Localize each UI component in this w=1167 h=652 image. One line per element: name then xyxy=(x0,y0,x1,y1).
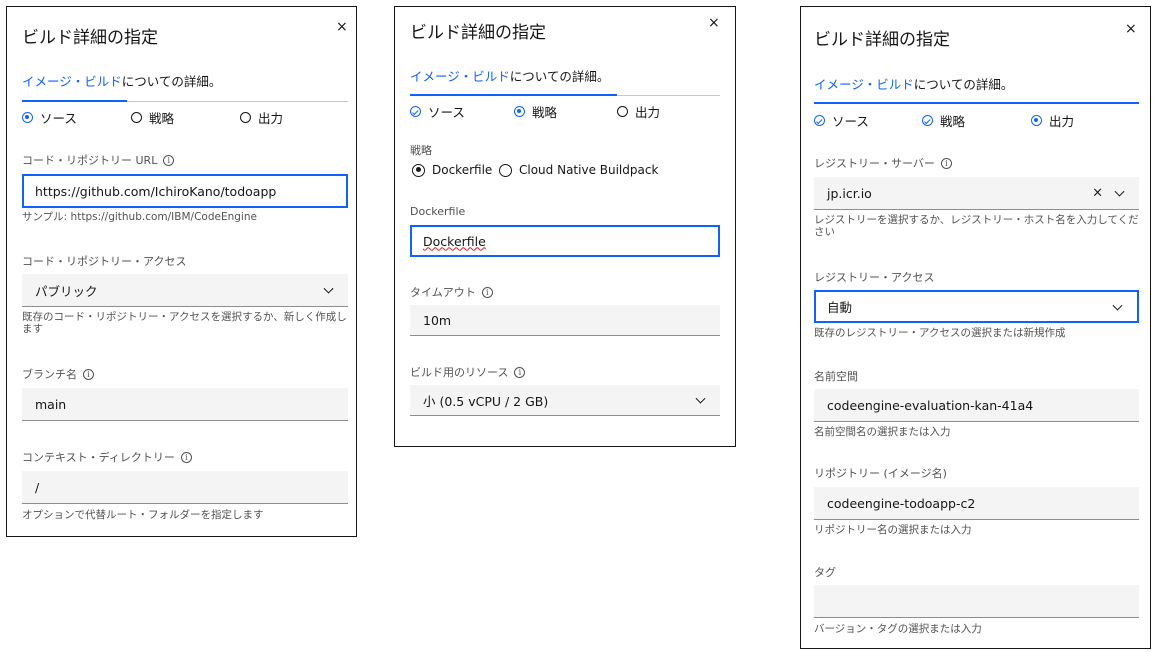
image-build-link[interactable]: イメージ・ビルド xyxy=(814,77,914,92)
panel-title: ビルド詳細の指定 xyxy=(22,28,158,48)
step-selected-icon xyxy=(514,106,525,117)
strategy-label: 戦略 xyxy=(410,144,432,157)
timeout-input[interactable]: 10m xyxy=(410,305,720,336)
step-output[interactable]: 出力 xyxy=(617,102,660,121)
repo-access-helper: 既存のコード・リポジトリー・アクセスを選択するか、新しく作成します xyxy=(22,311,347,335)
info-icon[interactable]: i xyxy=(481,286,493,298)
chevron-down-icon xyxy=(1112,300,1123,311)
step-source[interactable]: ソース xyxy=(22,108,77,127)
clear-icon[interactable]: × xyxy=(1092,186,1103,201)
step-source[interactable]: ソース xyxy=(814,111,869,130)
progress-fill xyxy=(22,100,127,102)
step-output[interactable]: 出力 xyxy=(240,108,283,127)
info-icon[interactable]: i xyxy=(163,154,175,166)
context-dir-input[interactable]: / xyxy=(22,471,348,504)
context-dir-label: コンテキスト・ディレクトリー i xyxy=(22,449,192,465)
progress-fill xyxy=(814,102,1139,104)
repo-access-select[interactable]: パブリック xyxy=(22,274,348,307)
repository-helper: リポジトリー名の選択または入力 xyxy=(814,524,972,536)
registry-server-label: レジストリー・サーバー i xyxy=(814,155,952,171)
registry-server-combobox[interactable]: jp.icr.io × xyxy=(814,177,1139,210)
info-icon[interactable]: i xyxy=(940,157,952,169)
repository-label: リポジトリー (イメージ名) xyxy=(814,467,947,480)
step-strategy[interactable]: 戦略 xyxy=(514,102,557,121)
tag-helper: バージョン・タグの選択または入力 xyxy=(814,623,982,635)
panel-title: ビルド詳細の指定 xyxy=(814,30,950,50)
info-icon[interactable]: i xyxy=(514,366,526,378)
build-details-panel-strategy: ビルド詳細の指定 × イメージ・ビルドについての詳細。 ソース 戦略 出力 戦略… xyxy=(394,6,736,447)
repo-url-label: コード・リポジトリー URL i xyxy=(22,152,175,168)
dockerfile-input[interactable]: Dockerfile xyxy=(410,225,720,257)
radio-checked-icon xyxy=(412,163,425,177)
registry-access-helper: 既存のレジストリー・アクセスの選択または新規作成 xyxy=(814,327,1066,339)
dockerfile-label: Dockerfile xyxy=(410,205,466,218)
close-icon[interactable]: × xyxy=(1125,21,1137,37)
namespace-input[interactable]: codeengine-evaluation-kan-41a4 xyxy=(814,389,1139,422)
branch-input[interactable]: main xyxy=(22,388,348,421)
chevron-down-icon xyxy=(323,283,334,294)
step-selected-icon xyxy=(22,112,33,123)
info-icon[interactable]: i xyxy=(83,368,94,380)
repo-url-input[interactable]: https://github.com/IchiroKano/todoapp xyxy=(22,174,348,208)
timeout-label: タイムアウト i xyxy=(410,284,493,300)
step-strategy[interactable]: 戦略 xyxy=(131,108,174,127)
checkmark-icon xyxy=(814,115,825,126)
close-icon[interactable]: × xyxy=(336,19,348,35)
registry-access-label: レジストリー・アクセス xyxy=(814,271,935,284)
progress-fill xyxy=(410,94,617,96)
build-resource-select[interactable]: 小 (0.5 vCPU / 2 GB) xyxy=(410,385,720,416)
panel-title: ビルド詳細の指定 xyxy=(410,23,546,43)
chevron-down-icon[interactable] xyxy=(1114,186,1125,197)
step-selected-icon xyxy=(1031,115,1042,126)
image-build-link[interactable]: イメージ・ビルド xyxy=(410,69,510,84)
step-output[interactable]: 出力 xyxy=(1031,111,1074,130)
radio-unchecked-icon xyxy=(499,163,512,177)
branch-label: ブランチ名 i xyxy=(22,366,94,382)
image-build-link[interactable]: イメージ・ビルド xyxy=(22,74,122,89)
build-resource-label: ビルド用のリソース i xyxy=(410,364,526,380)
step-strategy[interactable]: 戦略 xyxy=(922,111,965,130)
registry-server-helper: レジストリーを選択するか、レジストリー・ホスト名を入力してください xyxy=(814,214,1139,238)
step-incomplete-icon xyxy=(131,112,142,123)
chevron-down-icon xyxy=(695,393,706,404)
radio-buildpack[interactable]: Cloud Native Buildpack xyxy=(499,163,658,177)
registry-access-select[interactable]: 自動 xyxy=(814,290,1139,323)
checkmark-icon xyxy=(410,106,421,117)
context-dir-helper: オプションで代替ルート・フォルダーを指定します xyxy=(22,509,264,521)
repo-url-helper: サンプル: https://github.com/IBM/CodeEngine xyxy=(22,211,257,223)
panel-subtitle: イメージ・ビルドについての詳細。 xyxy=(410,69,610,84)
repository-input[interactable]: codeengine-todoapp-c2 xyxy=(814,487,1139,520)
step-incomplete-icon xyxy=(617,106,628,117)
info-icon[interactable]: i xyxy=(180,451,192,463)
step-source[interactable]: ソース xyxy=(410,102,465,121)
namespace-label: 名前空間 xyxy=(814,370,858,383)
tag-input[interactable] xyxy=(814,585,1139,618)
build-details-panel-source: ビルド詳細の指定 × イメージ・ビルドについての詳細。 ソース 戦略 出力 コー… xyxy=(6,6,357,537)
close-icon[interactable]: × xyxy=(708,15,720,31)
tag-label: タグ xyxy=(814,566,836,579)
panel-subtitle: イメージ・ビルドについての詳細。 xyxy=(22,74,222,89)
checkmark-icon xyxy=(922,115,933,126)
radio-dockerfile[interactable]: Dockerfile xyxy=(412,163,492,177)
panel-subtitle: イメージ・ビルドについての詳細。 xyxy=(814,77,1014,92)
repo-access-label: コード・リポジトリー・アクセス xyxy=(22,255,187,268)
build-details-panel-output: ビルド詳細の指定 × イメージ・ビルドについての詳細。 ソース 戦略 出力 レジ… xyxy=(800,6,1151,649)
step-incomplete-icon xyxy=(240,112,251,123)
namespace-helper: 名前空間名の選択または入力 xyxy=(814,426,951,438)
